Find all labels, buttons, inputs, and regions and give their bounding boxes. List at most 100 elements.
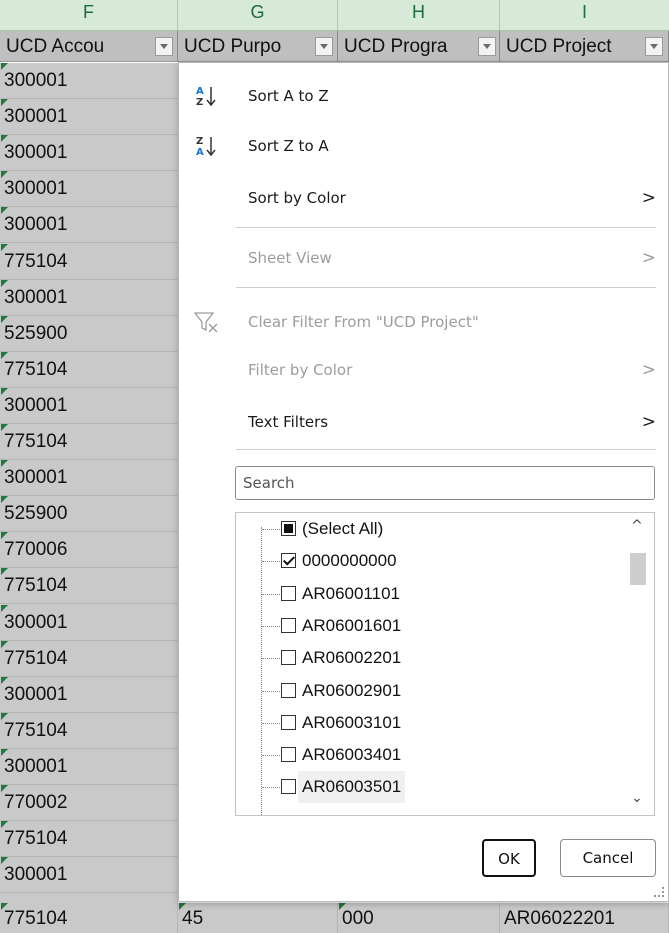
- table-cell[interactable]: 300001: [0, 387, 178, 424]
- svg-text:Z: Z: [196, 97, 203, 108]
- list-item[interactable]: 0000000000: [236, 545, 621, 577]
- table-cell[interactable]: 525900: [0, 496, 178, 533]
- filter-by-color-item: Filter by Color >: [179, 345, 668, 395]
- scroll-down-icon[interactable]: ⌄: [628, 789, 646, 807]
- list-item-label: AR06002901: [302, 680, 402, 700]
- column-letter-g[interactable]: G: [178, 0, 338, 31]
- sheet-view-item: Sheet View >: [179, 233, 668, 283]
- filter-value-list[interactable]: (Select All) 0000000000 AR06001101 AR060016…: [235, 512, 655, 816]
- checkbox[interactable]: [281, 747, 296, 763]
- column-letter-i[interactable]: I: [500, 0, 669, 31]
- table-cell[interactable]: 300001: [0, 676, 178, 713]
- tree-connector: [262, 755, 282, 757]
- table-cell[interactable]: 300001: [0, 135, 178, 172]
- checkbox[interactable]: [281, 682, 296, 698]
- column-letter-row: F G H I: [0, 0, 669, 31]
- scrollbar-thumb[interactable]: [630, 553, 646, 585]
- table-cell[interactable]: 300001: [0, 279, 178, 316]
- list-item[interactable]: (Select All): [236, 513, 621, 545]
- svg-text:A: A: [196, 147, 204, 158]
- list-item[interactable]: AR06002201: [236, 642, 621, 674]
- list-item-label: AR06003101: [302, 712, 402, 732]
- table-cell[interactable]: 45: [178, 903, 338, 933]
- list-item[interactable]: AR06001601: [236, 610, 621, 642]
- tree-connector: [262, 787, 282, 789]
- list-item[interactable]: AR06003501: [236, 771, 621, 804]
- ok-button[interactable]: OK: [482, 839, 536, 877]
- svg-text:A: A: [196, 86, 204, 97]
- list-item[interactable]: AR06003401: [236, 739, 621, 771]
- sort-by-color-item[interactable]: Sort by Color >: [179, 173, 668, 223]
- menu-label: Sheet View: [248, 249, 332, 267]
- header-label: UCD Accou: [6, 36, 105, 57]
- table-cell[interactable]: 300001: [0, 171, 178, 208]
- menu-divider: [236, 287, 656, 288]
- table-cell[interactable]: 775104: [0, 424, 178, 460]
- table-cell[interactable]: 000: [338, 903, 500, 933]
- tree-connector: [262, 561, 282, 563]
- list-item[interactable]: AR06001101: [236, 578, 621, 610]
- scroll-up-icon[interactable]: ^: [628, 517, 646, 535]
- list-item-label: 0000000000: [302, 551, 397, 571]
- tree-connector: [262, 593, 282, 595]
- menu-label: Sort Z to A: [248, 137, 329, 155]
- table-cell[interactable]: 300001: [0, 857, 178, 894]
- list-item-label: (Select All): [302, 519, 384, 538]
- table-cell[interactable]: 775104: [0, 712, 178, 749]
- chevron-right-icon: >: [641, 188, 656, 208]
- sort-a-to-z-item[interactable]: A Z Sort A to Z: [179, 71, 668, 121]
- table-cell[interactable]: 775104: [0, 821, 178, 858]
- search-input[interactable]: Search: [235, 466, 655, 500]
- filter-dropdown-button[interactable]: [315, 37, 333, 56]
- table-cell[interactable]: 300001: [0, 748, 178, 785]
- table-cell[interactable]: 775104: [0, 903, 178, 933]
- table-cell[interactable]: 775104: [0, 640, 178, 677]
- list-item-label: AR06003501: [298, 771, 406, 804]
- table-cell[interactable]: 775104: [0, 243, 178, 280]
- table-header-row: UCD Accou UCD Purpo UCD Progra UCD Proje…: [0, 31, 669, 62]
- filter-dropdown-button[interactable]: [155, 37, 173, 56]
- checkbox[interactable]: [281, 779, 296, 795]
- table-cell[interactable]: 770002: [0, 785, 178, 821]
- list-item[interactable]: AR06003101: [236, 707, 621, 739]
- list-scrollbar[interactable]: ^ ⌄: [620, 513, 654, 815]
- column-letter-f[interactable]: F: [0, 0, 178, 31]
- sort-z-to-a-item[interactable]: Z A Sort Z to A: [179, 121, 668, 171]
- menu-label: Filter by Color: [248, 361, 353, 379]
- tree-connector: [262, 625, 282, 627]
- checkbox[interactable]: [281, 650, 296, 666]
- header-ucd-account[interactable]: UCD Accou: [0, 31, 178, 62]
- menu-label: Clear Filter From "UCD Project": [248, 313, 479, 331]
- checkbox[interactable]: [281, 617, 296, 633]
- header-ucd-purpose[interactable]: UCD Purpo: [178, 31, 338, 62]
- table-cell[interactable]: 525900: [0, 315, 178, 352]
- checkbox[interactable]: [281, 553, 296, 569]
- table-cell[interactable]: 300001: [0, 63, 178, 99]
- chevron-right-icon: >: [641, 412, 656, 432]
- resize-grip-icon[interactable]: [654, 887, 664, 897]
- table-cell[interactable]: 300001: [0, 207, 178, 244]
- column-letter-h[interactable]: H: [338, 0, 500, 31]
- table-cell[interactable]: 300001: [0, 604, 178, 641]
- list-item[interactable]: AR06002901: [236, 675, 621, 707]
- checkbox[interactable]: [281, 585, 296, 601]
- checkbox[interactable]: [281, 714, 296, 730]
- table-cell[interactable]: 300001: [0, 99, 178, 136]
- list-item-label: AR06001601: [302, 615, 402, 635]
- filter-dropdown-button[interactable]: [478, 37, 496, 56]
- table-cell[interactable]: 770006: [0, 532, 178, 569]
- header-label: UCD Purpo: [184, 36, 282, 57]
- header-ucd-program[interactable]: UCD Progra: [338, 31, 500, 62]
- table-cell[interactable]: 300001: [0, 460, 178, 497]
- table-cell[interactable]: 775104: [0, 351, 178, 388]
- header-label: UCD Progra: [344, 36, 448, 57]
- header-ucd-project[interactable]: UCD Project: [500, 31, 669, 62]
- cancel-button[interactable]: Cancel: [560, 839, 656, 877]
- checkbox[interactable]: [281, 521, 296, 536]
- table-cell[interactable]: 775104: [0, 568, 178, 605]
- autofilter-panel: A Z Sort A to Z Z A Sort Z to A Sort by …: [178, 62, 669, 902]
- chevron-right-icon: >: [641, 248, 656, 268]
- table-cell[interactable]: AR06022201: [500, 903, 669, 933]
- text-filters-item[interactable]: Text Filters >: [179, 397, 668, 447]
- filter-dropdown-button-active[interactable]: [645, 37, 663, 56]
